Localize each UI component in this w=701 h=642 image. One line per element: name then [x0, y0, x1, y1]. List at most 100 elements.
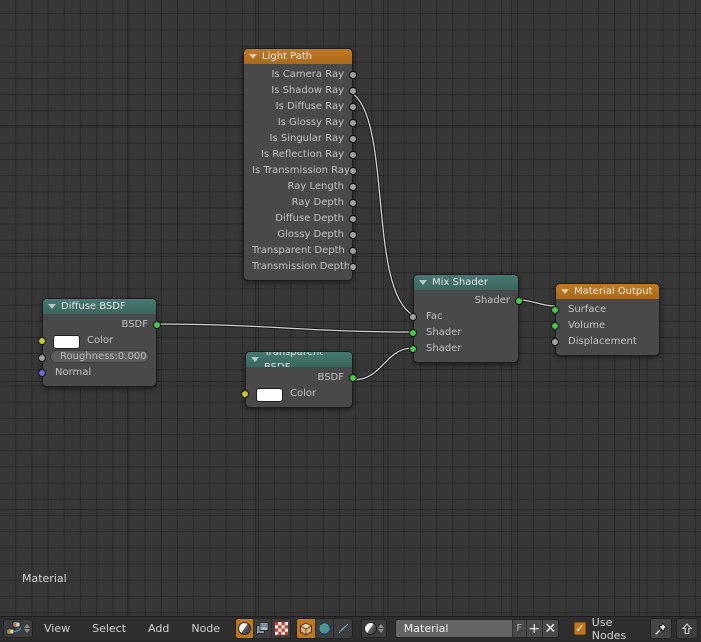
texture-copy-button[interactable] [254, 619, 273, 638]
new-material-button[interactable]: + [525, 620, 542, 637]
checker-texture-button[interactable] [272, 619, 291, 638]
socket-output[interactable] [349, 247, 357, 255]
output-row[interactable]: Ray Depth [244, 195, 357, 211]
socket-output[interactable] [349, 199, 357, 207]
material-name-input[interactable]: Material [395, 620, 512, 637]
node-editor-canvas[interactable]: Light Path Is Camera Ray Is Shadow Ray I… [0, 0, 701, 616]
material-slot-spinner[interactable] [377, 624, 384, 633]
output-row[interactable]: Ray Length [244, 179, 357, 195]
brush-context-button[interactable] [333, 619, 352, 638]
menu-add[interactable]: Add [137, 619, 180, 639]
output-row[interactable]: Transmission Depth [244, 259, 357, 275]
socket-output-shader[interactable] [515, 297, 523, 305]
input-row-shader-1[interactable]: Shader [409, 325, 518, 341]
input-row-fac[interactable]: Fac [409, 309, 518, 325]
socket-output[interactable] [349, 151, 357, 159]
context-type-group[interactable] [296, 618, 353, 639]
collapse-triangle-icon[interactable] [48, 304, 56, 309]
socket-output[interactable] [349, 215, 357, 223]
socket-output[interactable] [349, 103, 357, 111]
material-datablock-field[interactable]: Material F + ✕ [394, 619, 559, 638]
world-context-button[interactable] [315, 619, 334, 638]
input-row-displacement[interactable]: Displacement [551, 334, 659, 350]
socket-input-color[interactable] [38, 337, 46, 345]
node-header-diffuse-bsdf[interactable]: Diffuse BSDF [43, 299, 156, 314]
node-diffuse-bsdf[interactable]: Diffuse BSDF BSDF Color Roughness: 0.000 [38, 298, 161, 387]
output-row-bsdf[interactable]: BSDF [43, 317, 161, 333]
socket-input-displacement[interactable] [551, 338, 559, 346]
node-header-mix-shader[interactable]: Mix Shader [414, 275, 518, 290]
node-material-output[interactable]: Material Output Surface Volume Displacem… [551, 283, 660, 356]
menu-node[interactable]: Node [180, 619, 231, 639]
socket-input-roughness[interactable] [38, 354, 46, 362]
input-row-shader-2[interactable]: Shader [409, 341, 518, 357]
menu-select[interactable]: Select [81, 619, 137, 639]
menu-view[interactable]: View [33, 619, 81, 639]
go-to-parent-button[interactable] [676, 618, 699, 639]
socket-output[interactable] [349, 71, 357, 79]
node-header-transparent-bsdf[interactable]: Transparent BSDF [246, 352, 352, 367]
object-context-button[interactable] [297, 619, 316, 638]
shader-type-group[interactable] [235, 618, 292, 639]
socket-output[interactable] [349, 135, 357, 143]
shading-render-button[interactable] [236, 619, 255, 638]
socket-input-fac[interactable] [409, 313, 417, 321]
output-row[interactable]: Diffuse Depth [244, 211, 357, 227]
editor-toolbar[interactable]: View Select Add Node Material F + ✕ ✓ Us… [0, 616, 701, 642]
output-row[interactable]: Is Diffuse Ray [244, 99, 357, 115]
socket-output[interactable] [349, 167, 357, 175]
input-row-color[interactable]: Color [38, 333, 156, 349]
node-mix-shader[interactable]: Mix Shader Shader Fac Shader Shader [409, 274, 523, 363]
socket-input-volume[interactable] [551, 322, 559, 330]
use-nodes-checkbox[interactable]: ✓ [573, 622, 586, 635]
output-row-bsdf[interactable]: BSDF [246, 370, 357, 386]
node-light-path[interactable]: Light Path Is Camera Ray Is Shadow Ray I… [243, 48, 357, 281]
color-swatch[interactable] [256, 388, 283, 402]
editor-type-selector[interactable] [3, 619, 33, 638]
node-transparent-bsdf[interactable]: Transparent BSDF BSDF Color [241, 351, 357, 408]
editor-type-spinner[interactable] [24, 624, 30, 633]
input-row-volume[interactable]: Volume [551, 318, 659, 334]
socket-input-normal[interactable] [38, 369, 46, 377]
output-row[interactable]: Glossy Depth [244, 227, 357, 243]
output-row[interactable]: Is Singular Ray [244, 131, 357, 147]
collapse-triangle-icon[interactable] [251, 357, 259, 362]
socket-input-surface[interactable] [551, 306, 559, 314]
output-row[interactable]: Is Glossy Ray [244, 115, 357, 131]
roughness-slider[interactable]: Roughness: 0.000 [50, 350, 149, 363]
socket-output[interactable] [349, 87, 357, 95]
collapse-triangle-icon[interactable] [249, 54, 257, 59]
socket-output-bsdf[interactable] [349, 374, 357, 382]
color-swatch[interactable] [53, 335, 80, 349]
output-row[interactable]: Is Shadow Ray [244, 83, 357, 99]
use-nodes-toggle[interactable]: ✓ Use Nodes [568, 616, 650, 642]
output-label: Is Shadow Ray [271, 85, 344, 96]
input-row-normal[interactable]: Normal [38, 365, 156, 381]
output-row-shader[interactable]: Shader [414, 293, 523, 309]
input-row-color[interactable]: Color [241, 386, 352, 402]
world-icon [318, 622, 331, 635]
node-header-material-output[interactable]: Material Output [556, 284, 659, 299]
socket-output-bsdf[interactable] [153, 321, 161, 329]
input-row-surface[interactable]: Surface [551, 302, 659, 318]
material-slot-selector[interactable] [360, 619, 387, 638]
node-header-light-path[interactable]: Light Path [244, 49, 352, 64]
socket-output[interactable] [349, 183, 357, 191]
collapse-triangle-icon[interactable] [419, 280, 427, 285]
pin-button[interactable] [650, 618, 673, 639]
collapse-triangle-icon[interactable] [561, 289, 569, 294]
socket-input-shader[interactable] [409, 329, 417, 337]
output-row[interactable]: Is Camera Ray [244, 67, 357, 83]
output-row[interactable]: Is Transmission Ray [244, 163, 357, 179]
input-row-roughness[interactable]: Roughness: 0.000 [38, 350, 156, 365]
fake-user-button[interactable]: F [511, 620, 526, 637]
socket-output[interactable] [349, 119, 357, 127]
node-editor-icon [6, 621, 22, 635]
output-row[interactable]: Is Reflection Ray [244, 147, 357, 163]
socket-output[interactable] [349, 231, 357, 239]
socket-input-shader[interactable] [409, 345, 417, 353]
socket-output[interactable] [349, 263, 357, 271]
unlink-material-button[interactable]: ✕ [541, 620, 558, 637]
output-row[interactable]: Transparent Depth [244, 243, 357, 259]
socket-input-color[interactable] [241, 390, 249, 398]
